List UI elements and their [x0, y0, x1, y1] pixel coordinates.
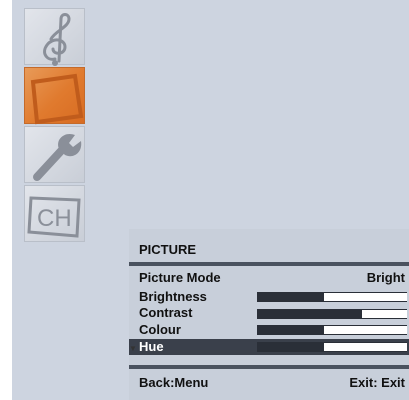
- picture-mode-value[interactable]: Bright: [367, 270, 405, 285]
- title-divider: [129, 262, 409, 266]
- contrast-slider-fill: [362, 310, 407, 318]
- contrast-slider[interactable]: [257, 309, 407, 319]
- picture-menu-icon[interactable]: [24, 67, 85, 125]
- exit-hint: Exit: Exit: [349, 375, 405, 390]
- selection-arrow-icon: ▼: [129, 344, 137, 353]
- panel-title: PICTURE: [139, 242, 197, 257]
- colour-label: Colour: [139, 322, 181, 337]
- colour-slider[interactable]: [257, 325, 407, 335]
- tv-screen: CH PICTURE Picture Mode Bright Brightnes…: [12, 0, 409, 400]
- contrast-label: Contrast: [139, 305, 193, 320]
- brightness-slider[interactable]: [257, 292, 407, 302]
- brightness-label: Brightness: [139, 289, 207, 304]
- channel-menu-icon[interactable]: CH: [24, 185, 85, 242]
- treble-clef-icon: [43, 13, 71, 66]
- sound-menu-icon[interactable]: [24, 8, 85, 66]
- channel-icon-label: CH: [37, 205, 72, 232]
- hue-slider-fill: [324, 343, 407, 351]
- colour-slider-fill: [324, 326, 407, 334]
- hue-label: Hue: [139, 339, 164, 354]
- setup-menu-icon[interactable]: [24, 126, 85, 183]
- picture-settings-panel: PICTURE Picture Mode Bright Brightness C…: [129, 229, 409, 400]
- picture-mode-label: Picture Mode: [139, 270, 221, 285]
- back-menu-hint: Back:Menu: [139, 375, 209, 390]
- channel-icon: CH: [27, 196, 81, 238]
- brightness-slider-fill: [324, 293, 407, 301]
- tv-icon: [30, 73, 84, 125]
- footer-divider: [129, 365, 409, 369]
- wrench-icon: [33, 133, 82, 181]
- hue-slider[interactable]: [257, 342, 407, 352]
